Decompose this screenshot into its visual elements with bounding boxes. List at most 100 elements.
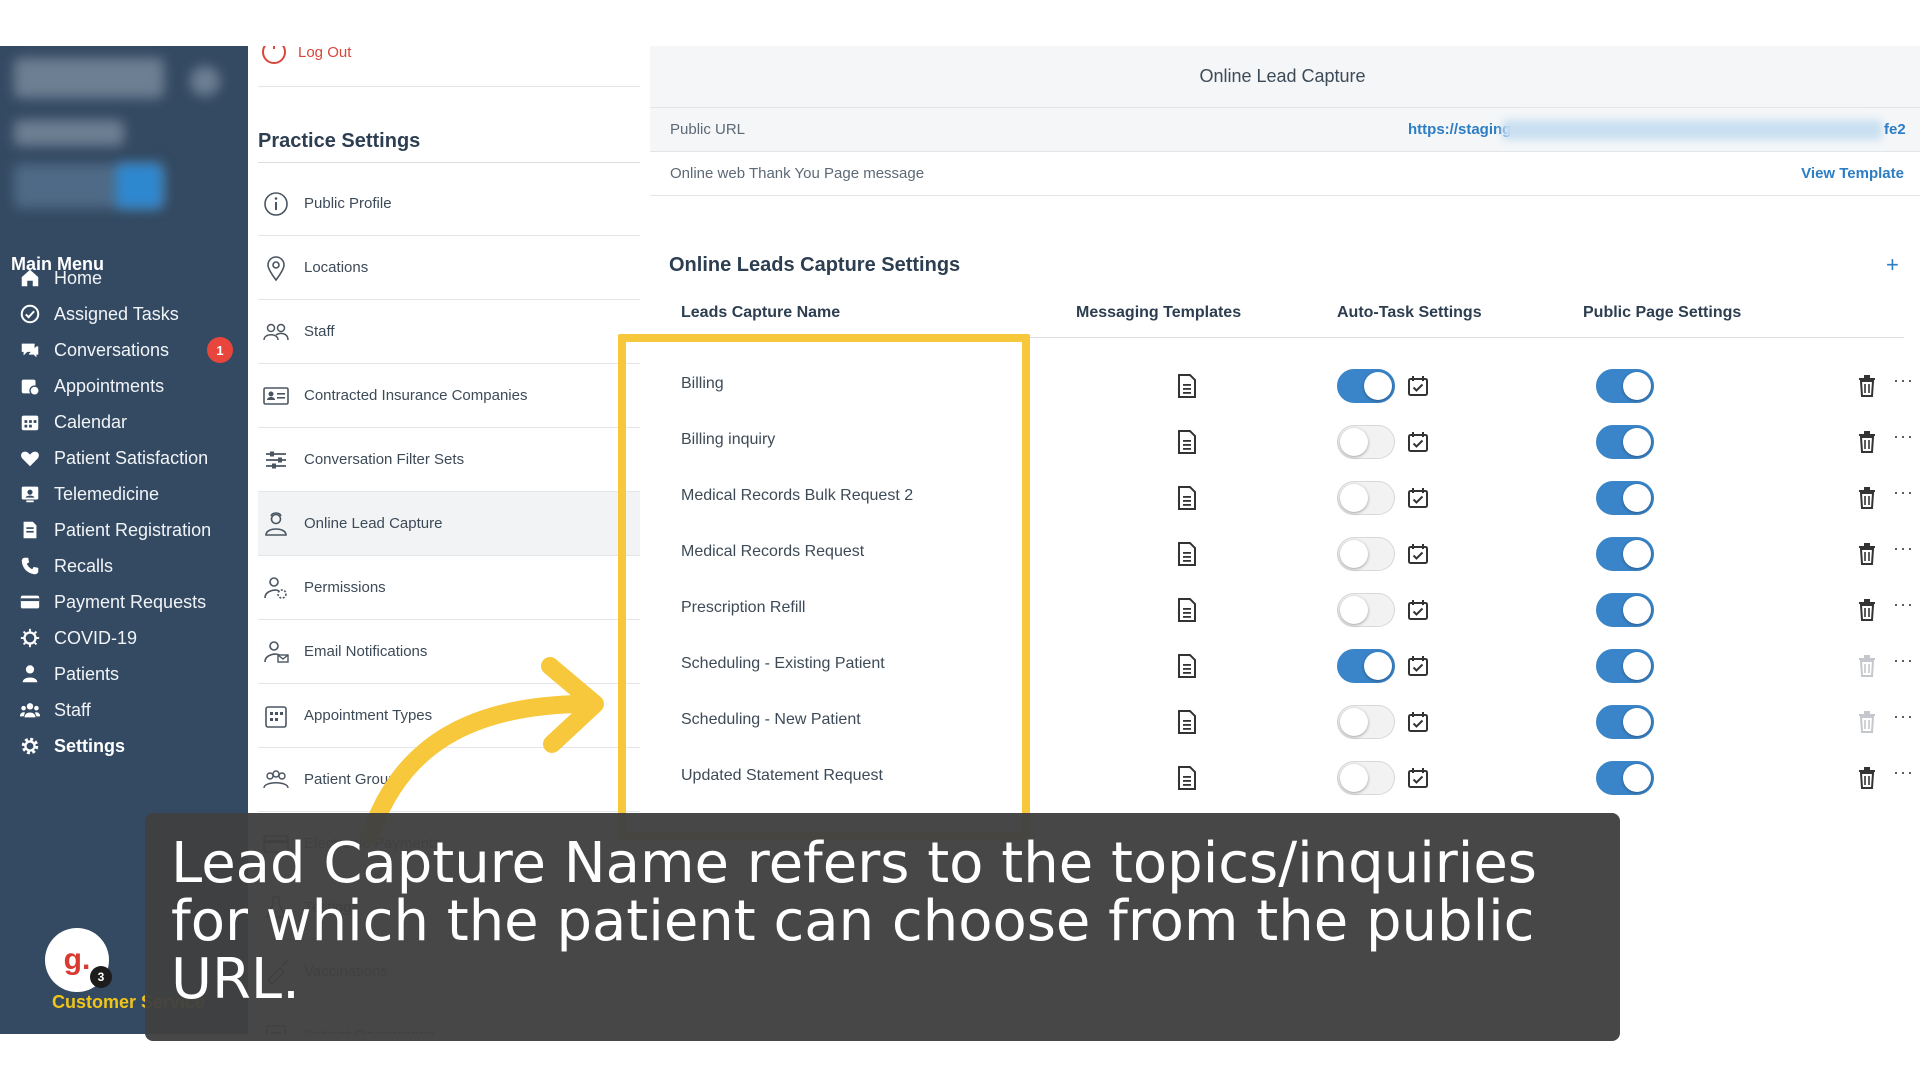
settings-item-label: Locations [304, 259, 369, 276]
toggle-knob [1340, 764, 1368, 792]
auto-task-toggle[interactable] [1337, 761, 1395, 795]
sidebar-item-patients[interactable]: Patients [0, 654, 248, 694]
auto-task-toggle[interactable] [1337, 537, 1395, 571]
column-header-messaging: Messaging Templates [1076, 304, 1242, 321]
user-gear-icon [262, 574, 290, 602]
more-options-icon[interactable]: ··· [1893, 594, 1914, 615]
public-page-toggle[interactable] [1596, 537, 1654, 571]
more-options-icon[interactable]: ··· [1893, 538, 1914, 559]
more-options-icon[interactable]: ··· [1893, 650, 1914, 671]
sidebar-item-label: Staff [54, 699, 91, 720]
sidebar-item-calendar[interactable]: Calendar [0, 402, 248, 442]
settings-item-online-lead-capture[interactable]: Online Lead Capture [258, 492, 640, 556]
view-template-link[interactable]: View Template [1801, 165, 1904, 182]
trash-icon[interactable] [1857, 486, 1877, 510]
sidebar-item-label: Assigned Tasks [54, 303, 179, 324]
settings-item-public-profile[interactable]: Public Profile [258, 172, 640, 236]
toggle-knob [1340, 596, 1368, 624]
settings-item-staff[interactable]: Staff [258, 300, 640, 364]
auto-task-toggle[interactable] [1337, 593, 1395, 627]
calendar-check-icon[interactable] [1406, 374, 1430, 398]
auto-task-toggle[interactable] [1337, 649, 1395, 683]
heart-icon [17, 445, 43, 471]
calendar-check-icon[interactable] [1406, 486, 1430, 510]
sidebar-item-appointments[interactable]: Appointments [0, 366, 248, 406]
document-icon[interactable] [1176, 709, 1198, 735]
add-lead-capture-icon[interactable]: + [1886, 252, 1899, 278]
toggle-knob [1623, 652, 1651, 680]
sidebar-item-label: Home [54, 267, 103, 288]
trash-icon[interactable] [1857, 598, 1877, 622]
blurred-practice-name [14, 58, 164, 98]
calendar-check-icon[interactable] [1406, 766, 1430, 790]
document-icon[interactable] [1176, 485, 1198, 511]
map-pin-icon [262, 254, 290, 282]
caption-box: Lead Capture Name refers to the topics/i… [145, 813, 1620, 1041]
sidebar-item-telemedicine[interactable]: Telemedicine [0, 474, 248, 514]
toggle-knob [1364, 372, 1392, 400]
sidebar-item-settings[interactable]: Settings [0, 726, 248, 766]
public-url-link[interactable]: https://staging [1408, 121, 1511, 138]
sidebar-item-patient-registration[interactable]: Patient Registration [0, 510, 248, 550]
calendar-check-icon[interactable] [1406, 542, 1430, 566]
public-page-toggle[interactable] [1596, 649, 1654, 683]
settings-item-label: Conversation Filter Sets [304, 451, 465, 468]
public-page-toggle[interactable] [1596, 705, 1654, 739]
more-options-icon[interactable]: ··· [1893, 762, 1914, 783]
trash-icon[interactable] [1857, 766, 1877, 790]
document-icon[interactable] [1176, 653, 1198, 679]
sidebar-item-label: Recalls [54, 555, 114, 576]
more-options-icon[interactable]: ··· [1893, 370, 1914, 391]
logout-link[interactable]: Log Out [262, 46, 351, 64]
calendar-check-icon[interactable] [1406, 598, 1430, 622]
settings-item-permissions[interactable]: Permissions [258, 556, 640, 620]
public-page-toggle[interactable] [1596, 369, 1654, 403]
more-options-icon[interactable]: ··· [1893, 482, 1914, 503]
calendar-clock-icon [17, 373, 43, 399]
public-page-toggle[interactable] [1596, 761, 1654, 795]
sidebar-item-home[interactable]: Home [0, 258, 248, 298]
sidebar-item-label: Calendar [54, 411, 128, 432]
auto-task-toggle[interactable] [1337, 705, 1395, 739]
trash-icon[interactable] [1857, 542, 1877, 566]
auto-task-toggle[interactable] [1337, 369, 1395, 403]
public-page-toggle[interactable] [1596, 425, 1654, 459]
document-icon[interactable] [1176, 373, 1198, 399]
leads-settings-title: Online Leads Capture Settings [669, 254, 961, 276]
trash-icon[interactable] [1857, 374, 1877, 398]
document-icon[interactable] [1176, 765, 1198, 791]
settings-item-locations[interactable]: Locations [258, 236, 640, 300]
chat-icon [17, 337, 43, 363]
auto-task-toggle[interactable] [1337, 425, 1395, 459]
sidebar-item-label: Patient Satisfaction [54, 447, 209, 468]
public-url-link-end[interactable]: fe2 [1884, 121, 1906, 138]
calendar-check-icon[interactable] [1406, 430, 1430, 454]
auto-task-toggle[interactable] [1337, 481, 1395, 515]
toggle-knob [1623, 484, 1651, 512]
sidebar-item-patient-satisfaction[interactable]: Patient Satisfaction [0, 438, 248, 478]
sidebar-item-payment-requests[interactable]: Payment Requests [0, 582, 248, 622]
settings-item-conversation-filter-sets[interactable]: Conversation Filter Sets [258, 428, 640, 492]
highlight-box [618, 334, 1030, 840]
sidebar-item-recalls[interactable]: Recalls [0, 546, 248, 586]
sidebar-item-staff[interactable]: Staff [0, 690, 248, 730]
toggle-knob [1340, 540, 1368, 568]
document-icon[interactable] [1176, 541, 1198, 567]
public-page-toggle[interactable] [1596, 481, 1654, 515]
sidebar-item-covid-19[interactable]: COVID-19 [0, 618, 248, 658]
trash-icon[interactable] [1857, 430, 1877, 454]
trash-icon[interactable] [1857, 654, 1877, 678]
more-options-icon[interactable]: ··· [1893, 706, 1914, 727]
calendar-check-icon[interactable] [1406, 710, 1430, 734]
document-icon[interactable] [1176, 597, 1198, 623]
settings-item-contracted-insurance-companies[interactable]: Contracted Insurance Companies [258, 364, 640, 428]
public-page-toggle[interactable] [1596, 593, 1654, 627]
sidebar-item-label: Settings [54, 735, 126, 756]
trash-icon[interactable] [1857, 710, 1877, 734]
more-options-icon[interactable]: ··· [1893, 426, 1914, 447]
document-icon[interactable] [1176, 429, 1198, 455]
calendar-check-icon[interactable] [1406, 654, 1430, 678]
settings-item-label: Permissions [304, 579, 386, 596]
sidebar-item-label: Conversations [54, 339, 170, 360]
sidebar-item-assigned-tasks[interactable]: Assigned Tasks [0, 294, 248, 334]
